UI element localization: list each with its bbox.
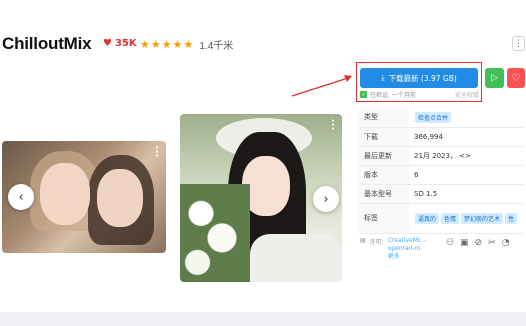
license-permissions: ⚇ ▣ ⊘ ✂ ◔: [446, 238, 510, 248]
detail-value: 逼真的 色情 梦幻般的艺术性: [409, 203, 524, 234]
table-row: 版本 6: [359, 165, 524, 185]
table-row: 最后更新 21月 2023， <>: [359, 146, 524, 166]
image-icon: ▣: [460, 238, 469, 248]
tag-badge[interactable]: 色情: [441, 212, 460, 224]
table-row: 基本型号 SD 1.5: [359, 184, 524, 204]
no-commercial-icon: ⊘: [474, 238, 483, 248]
safety-label[interactable]: 安全权威: [455, 90, 479, 99]
details-table: 类型 检查点合并 下载 366,994 最后更新 21月 2023， <> 版本…: [359, 108, 524, 234]
download-icon: ⤓: [381, 73, 385, 82]
detail-value: 366,994: [409, 127, 524, 147]
check-icon: ✓: [360, 91, 367, 98]
table-row: 标签 逼真的 色情 梦幻般的艺术性: [359, 203, 524, 234]
detail-key: 下载: [359, 127, 409, 147]
license-link[interactable]: CreativeML - openrail-m 更多: [388, 237, 428, 261]
merge-icon: ◔: [501, 238, 510, 248]
table-row: 下载 366,994: [359, 127, 524, 147]
verified-status: ✓ 已检证: 一个月前: [360, 90, 416, 99]
table-row: 类型 检查点合并: [359, 108, 524, 128]
detail-key: 类型: [359, 108, 409, 128]
detail-value: 检查点合并: [409, 108, 524, 128]
detail-key: 基本型号: [359, 184, 409, 204]
no-sell-icon: ✂: [488, 238, 496, 248]
page-background: [0, 312, 526, 326]
tag-badge[interactable]: 性: [505, 212, 518, 224]
license-info: ▤ 许可: CreativeML - openrail-m 更多: [360, 237, 428, 261]
detail-key: 版本: [359, 165, 409, 185]
detail-key: 标签: [359, 203, 409, 234]
play-icon: ▷: [491, 73, 498, 83]
type-badge[interactable]: 检查点合并: [415, 111, 452, 123]
model-card: ChilloutMix ♥ 35K ★ ★ ★ ★ ★ 1.4千米 ⋮ · · · …: [0, 0, 526, 312]
tag-badge[interactable]: 梦幻般的艺术: [461, 212, 504, 224]
heart-icon: ♡: [511, 72, 521, 84]
user-check-icon: ⚇: [446, 238, 455, 248]
download-label: 下载最新 (3.97 GB): [388, 73, 457, 83]
detail-value: 21月 2023， <>: [409, 146, 524, 166]
detail-key: 最后更新: [359, 146, 409, 166]
detail-value: 6: [409, 165, 524, 185]
verified-label: 已检证: 一个月前: [370, 92, 416, 99]
license-icon: ▤: [360, 237, 366, 244]
tag-badge[interactable]: 逼真的: [415, 212, 440, 224]
run-button[interactable]: ▷: [485, 68, 504, 88]
detail-value: SD 1.5: [409, 184, 524, 204]
favorite-button[interactable]: ♡: [507, 68, 525, 88]
license-label: 许可:: [369, 239, 384, 246]
download-button[interactable]: ⤓ 下载最新 (3.97 GB): [360, 68, 478, 88]
